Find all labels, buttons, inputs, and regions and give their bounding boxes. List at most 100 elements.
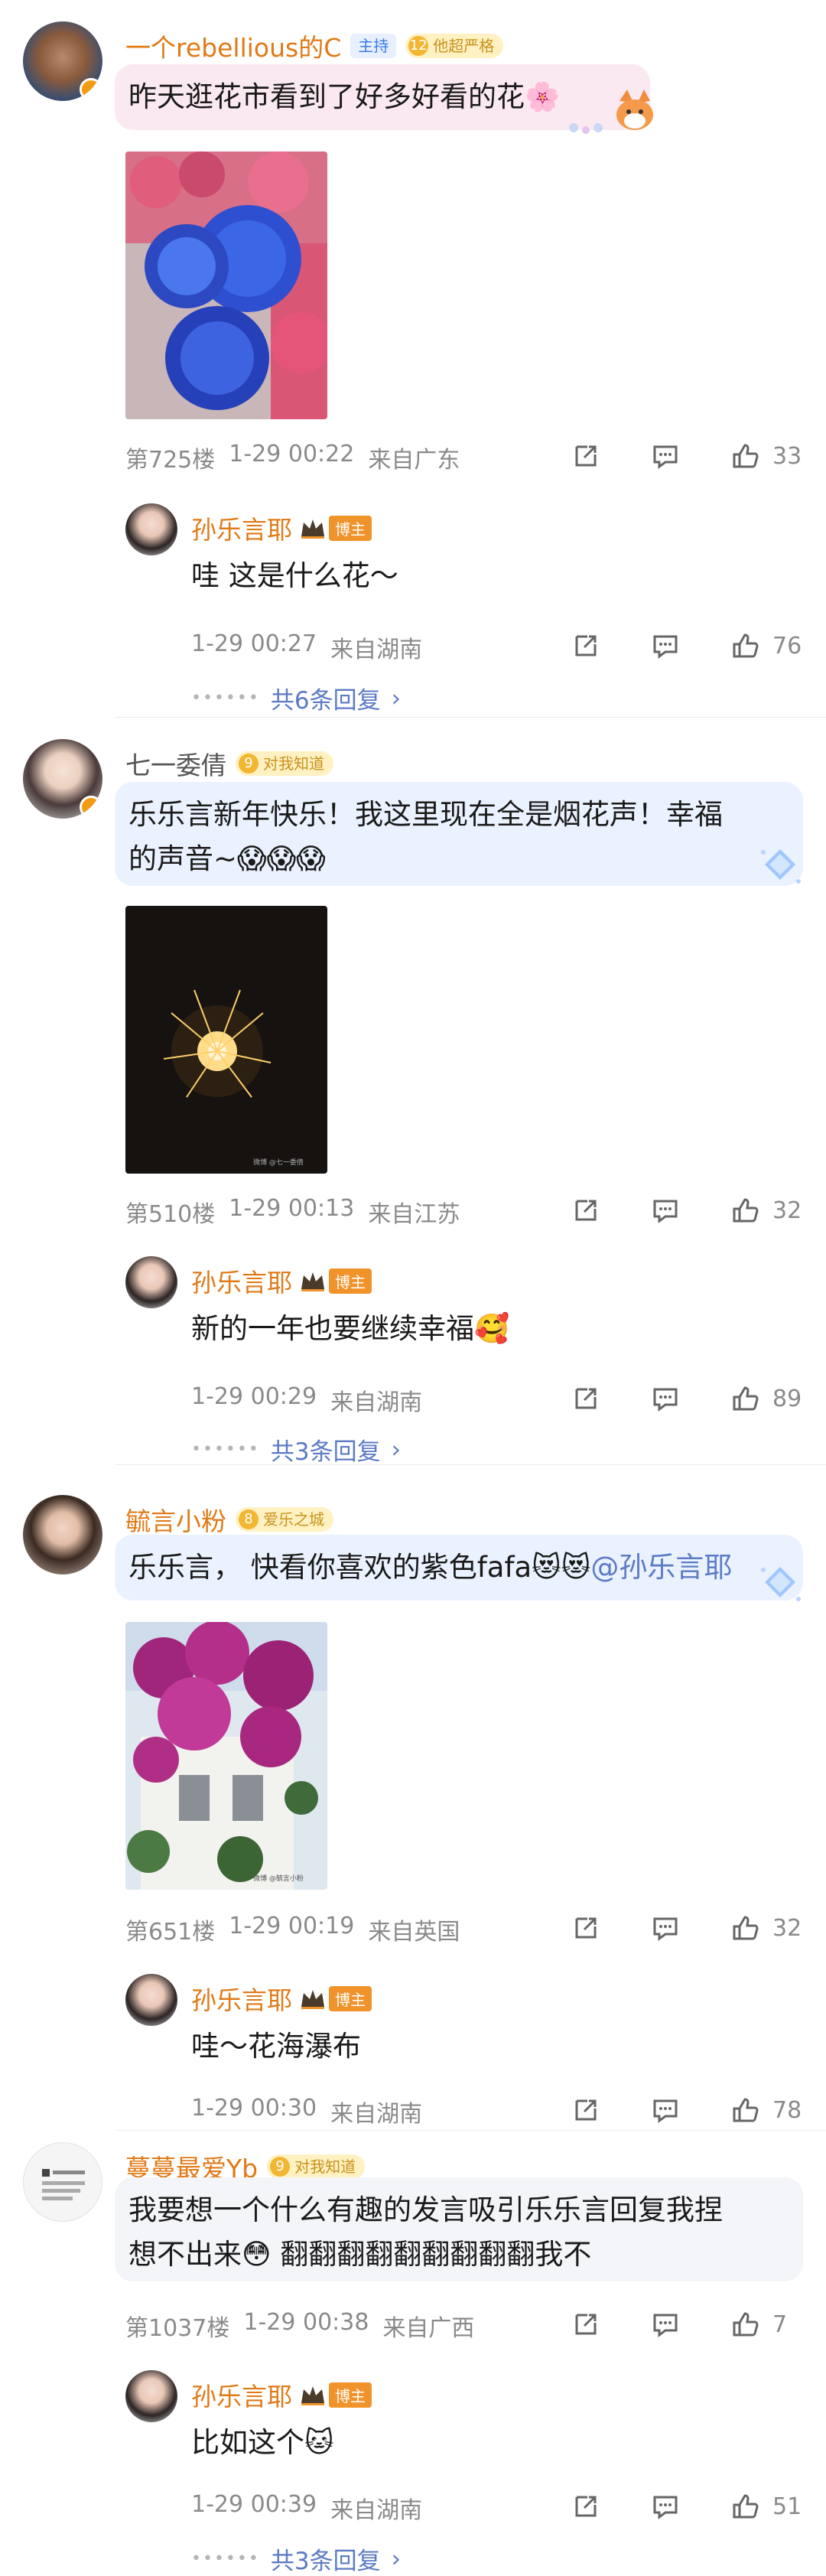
reply-location: 来自湖南 [330, 2497, 423, 2524]
avatar[interactable] [23, 21, 102, 101]
share-icon[interactable] [571, 2095, 601, 2125]
reply-meta: 1-29 00:39 来自湖南 [191, 2491, 422, 2525]
share-icon[interactable] [571, 2309, 601, 2340]
blogger-reply: 孙乐言耶 博主 新的一年也要继续幸福🥰 1-29 00:29 来自湖南 89 •… [125, 1256, 826, 1466]
share-icon[interactable] [571, 1913, 601, 1943]
reply-username[interactable]: 孙乐言耶 [191, 2376, 292, 2413]
reply-avatar[interactable] [125, 1256, 177, 1308]
share-icon[interactable] [571, 1195, 601, 1226]
more-replies-label[interactable]: 共6条回复 [271, 681, 381, 715]
comment-icon[interactable] [650, 630, 681, 661]
fan-badge-label: 对我知道 [263, 754, 324, 773]
blogger-reply: 孙乐言耶 博主 哇～花海瀑布 1-29 00:30 来自湖南 78 [125, 1974, 826, 2128]
chevron-right-icon: › [391, 2545, 401, 2573]
like-icon[interactable] [730, 1383, 760, 1414]
comment-time: 1-29 00:22 [229, 441, 355, 467]
avatar-text-image [42, 2169, 85, 2200]
reply-actions: 78 [522, 2095, 803, 2125]
share-icon[interactable] [571, 2491, 601, 2522]
username[interactable]: 七一委倩 [125, 745, 226, 782]
comment-icon[interactable] [650, 2309, 681, 2340]
reply-username[interactable]: 孙乐言耶 [191, 510, 292, 546]
comment-photo[interactable]: 微博 @七一委倩 [125, 906, 327, 1174]
like-icon[interactable] [730, 441, 760, 471]
like-icon[interactable] [730, 2309, 760, 2340]
bougainvillea-image: 微博 @毓言小粉 [125, 1622, 327, 1890]
comment-meta: 第725楼 1-29 00:22 来自广东 [125, 441, 460, 474]
fan-badge: 12 他超严格 [405, 34, 504, 58]
fan-level: 12 [408, 36, 429, 56]
view-more-replies[interactable]: •••••• 共3条回复 › [191, 1432, 401, 1467]
fan-badge: 9 对我知道 [236, 751, 333, 776]
reply-meta: 1-29 00:30 来自湖南 [191, 2095, 422, 2128]
share-icon[interactable] [571, 1383, 601, 1414]
fan-level: 9 [239, 754, 259, 773]
like-count: 7 [772, 2311, 788, 2338]
share-icon[interactable] [571, 441, 601, 471]
blogger-reply: 孙乐言耶 博主 哇 这是什么花～ 1-29 00:27 来自湖南 76 ••••… [125, 503, 826, 715]
reply-actions: 51 [522, 2491, 803, 2522]
like-count: 76 [772, 632, 802, 659]
comment-meta: 第1037楼 1-29 00:38 来自广西 [125, 2309, 474, 2343]
reply-actions: 89 [522, 1383, 803, 1414]
photo-watermark: 微博 @毓言小粉 [253, 1874, 304, 1883]
comment-text-bubble: 乐乐言， 快看你喜欢的紫色fafa😻😻@孙乐言耶 [115, 1535, 803, 1601]
like-count: 51 [772, 2493, 802, 2520]
comment-text-line: 乐乐言新年快乐！我这里现在全是烟花声！幸福 [128, 798, 723, 831]
floor-number: 第1037楼 [125, 2315, 230, 2342]
fireworks-image: 微博 @七一委倩 [125, 906, 327, 1174]
blogger-badge: 博主 [300, 515, 372, 541]
reply-username[interactable]: 孙乐言耶 [191, 1980, 292, 2017]
reply-actions: 76 [522, 630, 803, 661]
like-icon[interactable] [730, 1913, 760, 1943]
fan-badge: 8 爱乐之城 [236, 1507, 333, 1532]
comment-icon[interactable] [650, 1913, 681, 1943]
like-icon[interactable] [730, 2095, 760, 2125]
username[interactable]: 一个rebellious的C [125, 28, 341, 64]
view-more-replies[interactable]: •••••• 共6条回复 › [191, 681, 401, 715]
fan-level: 8 [239, 1509, 259, 1529]
reply-avatar[interactable] [125, 503, 177, 555]
comment-photo[interactable]: 微博 @毓言小粉 [125, 1622, 327, 1890]
comment-icon[interactable] [650, 1383, 681, 1414]
avatar[interactable] [23, 2142, 102, 2222]
comment-icon[interactable] [650, 2491, 681, 2522]
share-icon[interactable] [571, 630, 601, 661]
comment-text-line: 的声音~😱😱😱 [128, 842, 326, 875]
photo-watermark: 微博 @七一委倩 [253, 1158, 304, 1167]
reply-avatar[interactable] [125, 1974, 177, 2026]
username[interactable]: 毓言小粉 [125, 1501, 226, 1538]
view-more-replies[interactable]: •••••• 共3条回复 › [191, 2542, 401, 2576]
comment-location: 来自英国 [368, 1919, 460, 1946]
like-count: 33 [772, 442, 802, 470]
comment-icon[interactable] [650, 441, 681, 471]
reply-text: 比如这个🐱 [191, 2426, 334, 2459]
diamond-sticker-icon [761, 849, 801, 884]
avatar[interactable] [23, 739, 102, 819]
comment-photo[interactable] [125, 151, 327, 419]
like-icon[interactable] [730, 2491, 760, 2522]
comment-actions: 32 [522, 1195, 803, 1226]
reply-time: 1-29 00:30 [191, 2095, 317, 2122]
reply-text: 新的一年也要继续幸福🥰 [191, 1312, 510, 1345]
verified-badge [80, 78, 102, 101]
avatar[interactable] [23, 1495, 102, 1575]
floor-number: 第651楼 [125, 1919, 216, 1946]
reply-time: 1-29 00:29 [191, 1383, 317, 1410]
reply-location: 来自湖南 [330, 2101, 423, 2128]
comment-item: 蔓蔓最爱Yb 9 对我知道 我要想一个什么有趣的发言吸引乐乐言回复我捏 想不出来… [0, 2142, 826, 2576]
reply-username[interactable]: 孙乐言耶 [191, 1262, 292, 1299]
comment-icon[interactable] [650, 1195, 681, 1226]
like-icon[interactable] [730, 630, 760, 661]
mention-link[interactable]: @孙乐言耶 [590, 1551, 732, 1584]
reply-avatar[interactable] [125, 2370, 177, 2422]
like-icon[interactable] [730, 1195, 760, 1226]
comment-item: 毓言小粉 8 爱乐之城 乐乐言， 快看你喜欢的紫色fafa😻😻@孙乐言耶 微博 … [0, 1495, 826, 2131]
comment-time: 1-29 00:13 [229, 1195, 355, 1222]
crown-icon [301, 519, 324, 539]
crown-icon [301, 1272, 324, 1291]
comment-icon[interactable] [650, 2095, 681, 2125]
more-replies-label[interactable]: 共3条回复 [271, 2542, 381, 2576]
more-replies-label[interactable]: 共3条回复 [271, 1432, 381, 1467]
comment-meta: 第510楼 1-29 00:13 来自江苏 [125, 1195, 460, 1229]
